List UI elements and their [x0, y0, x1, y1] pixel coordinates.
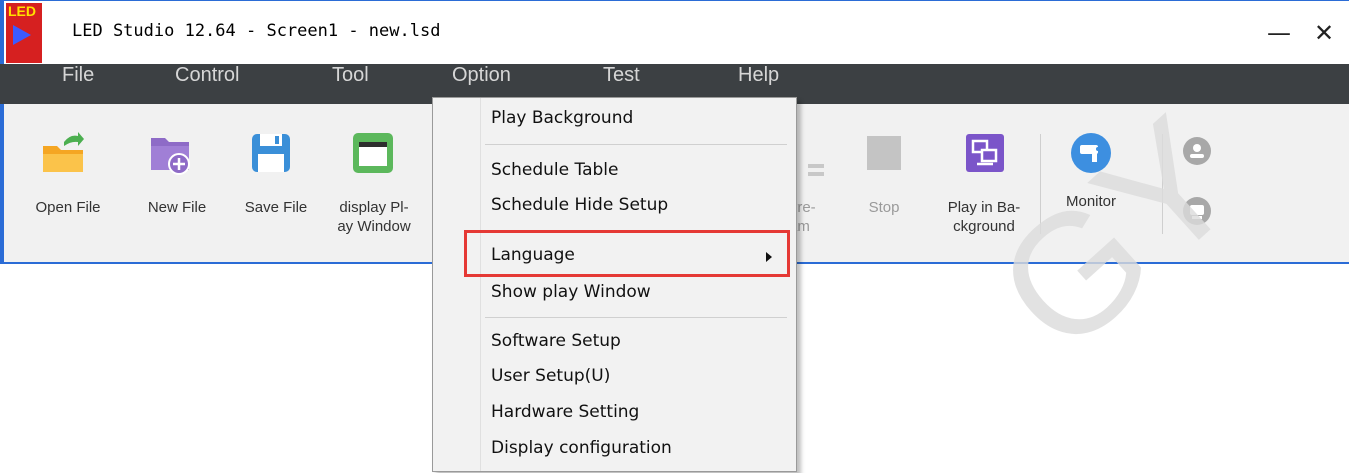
play-background-icon — [966, 134, 1004, 172]
open-file-label: Open File — [35, 199, 101, 216]
option-dropdown-menu: Play Background Schedule Table Schedule … — [432, 97, 797, 472]
open-folder-icon — [43, 132, 84, 172]
title-bar: LED LED Studio 12.64 - Screen1 - new.lsd… — [0, 0, 1349, 64]
save-icon — [252, 134, 290, 172]
menu-tool[interactable]: Tool — [332, 64, 369, 104]
menu-item-show-play-window[interactable]: Show play Window — [491, 282, 651, 302]
app-logo-icon: LED — [6, 3, 42, 63]
menu-item-software-setup[interactable]: Software Setup — [491, 331, 621, 351]
play-triangle-icon — [13, 25, 31, 45]
menu-gutter — [480, 98, 481, 471]
display-play-window-label: display Pl- ay Window — [337, 199, 411, 235]
new-file-label: New File — [147, 199, 207, 216]
display-play-window-button[interactable]: display Pl- ay Window — [324, 104, 424, 262]
menu-item-play-background[interactable]: Play Background — [491, 108, 633, 128]
program-icon — [808, 164, 824, 176]
save-file-label: Save File — [244, 199, 308, 216]
window-icon — [353, 133, 393, 173]
menu-separator — [485, 317, 787, 318]
save-file-button[interactable]: Save File — [226, 104, 326, 262]
window-title: LED Studio 12.64 - Screen1 - new.lsd — [72, 21, 441, 41]
menu-item-user-setup[interactable]: User Setup(U) — [491, 366, 610, 386]
new-file-icon — [151, 138, 190, 175]
stop-icon — [867, 136, 901, 170]
highlight-box — [464, 230, 790, 277]
menu-item-hardware-setting[interactable]: Hardware Setting — [491, 402, 639, 422]
menu-item-schedule-hide-setup[interactable]: Schedule Hide Setup — [491, 195, 668, 215]
menu-control[interactable]: Control — [175, 64, 239, 104]
stop-button[interactable]: Stop — [849, 104, 919, 262]
open-file-button[interactable]: Open File — [18, 104, 118, 262]
menu-file[interactable]: File — [62, 64, 94, 104]
stop-label: Stop — [868, 199, 900, 216]
logo-text: LED — [8, 3, 36, 19]
close-button[interactable]: ✕ — [1304, 13, 1344, 53]
menu-item-schedule-table[interactable]: Schedule Table — [491, 160, 618, 180]
menu-separator — [485, 144, 787, 145]
new-file-button[interactable]: New File — [127, 104, 227, 262]
menu-item-display-configuration[interactable]: Display configuration — [491, 438, 672, 458]
